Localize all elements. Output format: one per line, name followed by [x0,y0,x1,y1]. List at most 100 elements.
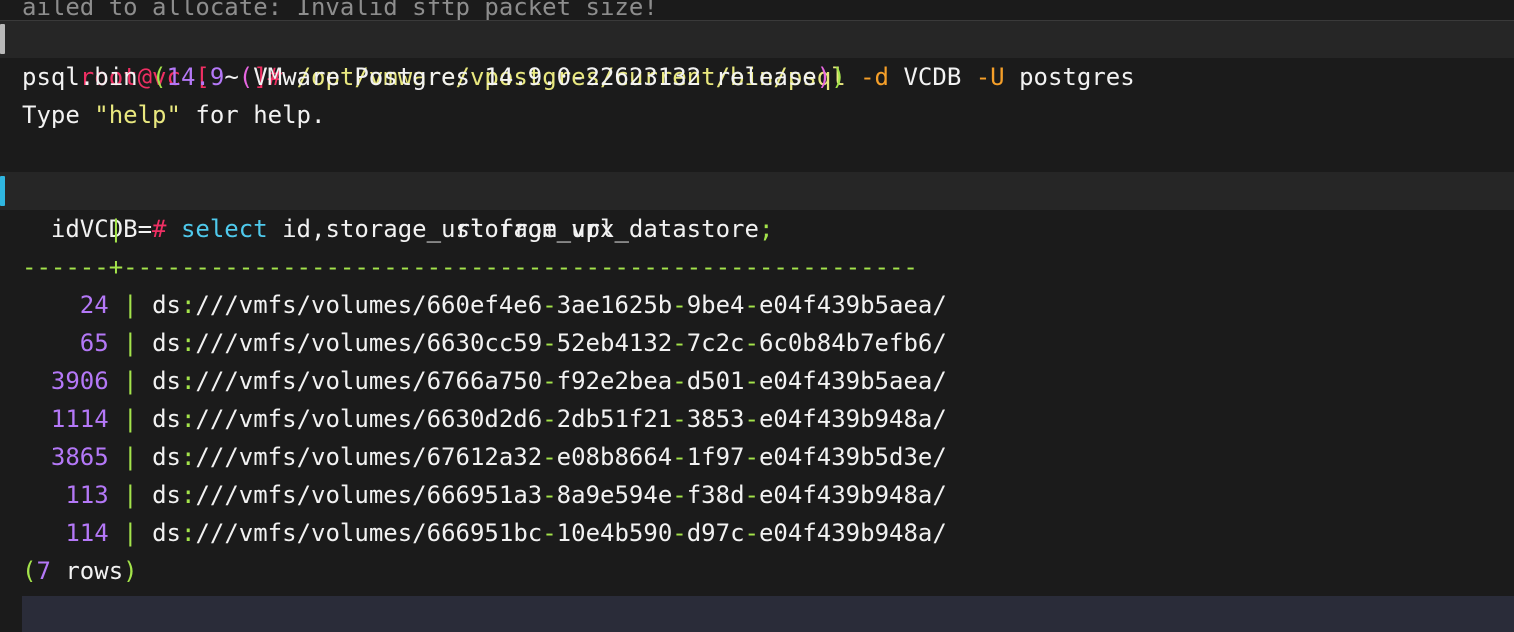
row-uuid-dash: - [744,519,759,547]
table-row: 24 | ds:///vmfs/volumes/660ef4e6-3ae1625… [0,286,1514,324]
row-url-scheme: ds [152,291,181,319]
rowcount-paren-close: ) [123,557,138,585]
row-id-padding [22,519,65,547]
row-uuid-segment: 6766a750 [426,367,543,395]
row-id-value: 3906 [50,367,109,395]
row-uuid-segment: 6630cc59 [426,329,543,357]
row-uuid-segment: d501 [686,367,745,395]
row-gap-1 [109,367,123,395]
row-uuid-segment: 666951bc [426,519,543,547]
row-url-trailing-slash: / [932,405,947,433]
row-uuid-dash: - [744,367,759,395]
row-uuid-segment: e04f439b5d3e [758,443,933,471]
paren-close-outer: ) [831,63,846,91]
row-uuid-segment: 666951a3 [426,481,543,509]
row-url-colon: : [180,519,196,547]
row-uuid-segment: e04f439b948a [758,519,933,547]
rowcount-label: rows [50,557,124,585]
row-uuid-segment: 7c2c [686,329,745,357]
header-col-id: id [50,215,80,243]
header-pad-2 [80,215,109,243]
row-uuid-segment: e08b8664 [556,443,673,471]
row-uuid-segment: f38d [686,481,745,509]
row-uuid-dash: - [744,481,759,509]
separator-right: ----------------------------------------… [123,253,918,281]
row-id-value: 65 [79,329,109,357]
scrollback-clipped-line: ailed to allocate: Invalid sftp packet s… [0,0,1514,20]
row-url-colon: : [180,367,196,395]
sql-query-line[interactable]: VCDB=# select id,storage_url from vpx_da… [0,172,1514,243]
row-uuid-dash: - [672,405,687,433]
row-id-value: 113 [65,481,109,509]
row-gap-2 [138,443,152,471]
row-uuid-segment: f92e2bea [556,367,673,395]
row-url-trailing-slash: / [932,367,947,395]
row-uuid-dash: - [542,519,557,547]
row-url-scheme: ds [152,443,181,471]
table-row: 3906 | ds:///vmfs/volumes/6766a750-f92e2… [0,362,1514,400]
header-pad-3 [123,215,455,243]
active-line-band [22,596,1514,632]
banner-space-2 [224,63,238,91]
row-pipe: | [123,405,138,433]
row-url-path: ///vmfs/volumes/ [195,443,427,471]
psql-client-version: 14.9 [166,63,225,91]
row-url-path: ///vmfs/volumes/ [195,481,427,509]
row-url-trailing-slash: / [932,329,947,357]
row-uuid-dash: - [542,367,557,395]
row-uuid-segment: 3853 [686,405,745,433]
row-url-colon: : [180,329,196,357]
row-uuid-segment: 10e4b590 [556,519,673,547]
row-uuid-dash: - [672,519,687,547]
row-pipe: | [123,443,138,471]
row-gap-2 [138,519,152,547]
row-uuid-dash: - [744,405,759,433]
table-row: 113 | ds:///vmfs/volumes/666951a3-8a9e59… [0,476,1514,514]
shell-prompt-line[interactable]: root@vc [ ~ ]# /opt/vmware/vpostgres/cur… [0,20,1514,91]
separator-left: ------ [22,253,109,281]
row-gap-1 [109,481,123,509]
psql-server-text: VMware Postgres 14.9.0-22623132 release [253,63,817,91]
row-url-scheme: ds [152,519,181,547]
row-uuid-segment: 3ae1625b [556,291,673,319]
row-uuid-segment: 8a9e594e [556,481,673,509]
row-uuid-dash: - [672,329,687,357]
row-id-padding [22,481,65,509]
row-pipe: | [123,291,138,319]
row-uuid-dash: - [542,405,557,433]
help-prefix: Type [22,101,95,129]
row-id-value: 3865 [50,443,109,471]
row-url-scheme: ds [152,481,181,509]
row-count-line: (7 rows) [0,552,1514,590]
table-row: 3865 | ds:///vmfs/volumes/67612a32-e08b8… [0,438,1514,476]
terminal-window[interactable]: ailed to allocate: Invalid sftp packet s… [0,0,1514,632]
row-uuid-segment: 6c0b84b7efb6 [758,329,933,357]
separator-plus: + [108,253,124,281]
help-quoted: "help" [94,101,181,129]
row-uuid-dash: - [542,481,557,509]
row-gap-2 [138,329,152,357]
row-uuid-segment: e04f439b948a [758,481,933,509]
row-uuid-segment: e04f439b5aea [758,367,933,395]
header-pipe: | [108,215,124,243]
row-uuid-dash: - [672,367,687,395]
row-gap-1 [109,443,123,471]
row-uuid-segment: e04f439b948a [758,405,933,433]
query-block-marker-icon [0,176,5,206]
row-uuid-segment: e04f439b5aea [758,291,933,319]
row-gap-2 [138,405,152,433]
row-gap-1 [109,519,123,547]
row-id-padding [22,405,51,433]
row-id-value: 114 [65,519,109,547]
row-url-path: ///vmfs/volumes/ [195,329,427,357]
row-pipe: | [123,481,138,509]
row-id-value: 24 [79,291,109,319]
row-url-path: ///vmfs/volumes/ [195,367,427,395]
row-id-padding [22,329,80,357]
row-url-path: ///vmfs/volumes/ [195,291,427,319]
scrollback-text: ailed to allocate: Invalid sftp packet s… [22,0,658,20]
row-url-path: ///vmfs/volumes/ [195,519,427,547]
row-id-padding [22,443,51,471]
row-uuid-dash: - [744,443,759,471]
row-uuid-segment: 2db51f21 [556,405,673,433]
